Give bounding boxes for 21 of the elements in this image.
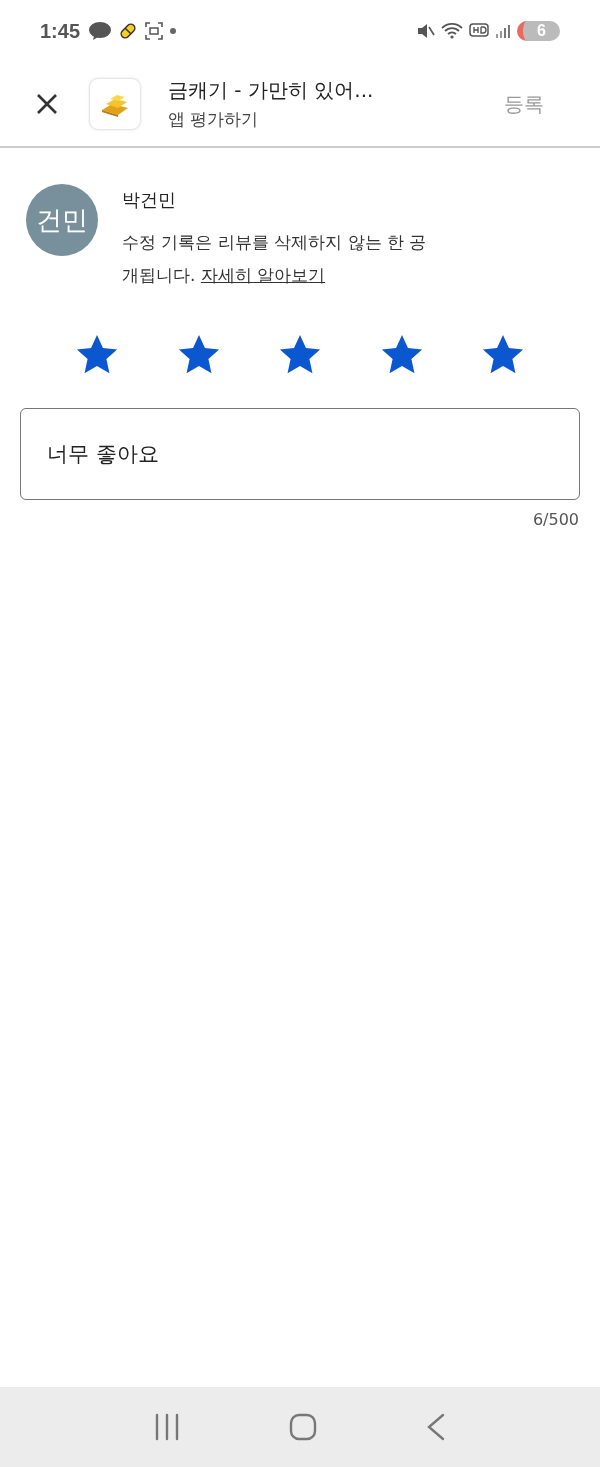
dot-icon bbox=[170, 28, 177, 34]
hd-icon bbox=[469, 23, 490, 39]
chat-bubble-icon bbox=[88, 21, 113, 41]
home-icon[interactable] bbox=[289, 1413, 317, 1441]
battery-indicator: 6 bbox=[517, 21, 560, 41]
signal-icon bbox=[495, 23, 512, 39]
status-time: 1:45 bbox=[40, 19, 81, 43]
page-subtitle: 앱 평가하기 bbox=[168, 108, 260, 131]
recent-apps-icon[interactable] bbox=[154, 1413, 181, 1441]
mute-icon bbox=[417, 22, 436, 40]
review-field[interactable]: 너무 좋아요 bbox=[20, 408, 580, 500]
close-icon[interactable] bbox=[36, 93, 58, 115]
screenshot-icon bbox=[144, 21, 165, 41]
user-avatar: 건민 bbox=[26, 184, 98, 256]
wifi-icon bbox=[441, 22, 464, 40]
back-icon[interactable] bbox=[425, 1413, 446, 1441]
privacy-notice: 수정 기록은 리뷰를 삭제하지 않는 한 공개됩니다. 자세히 알아보기 bbox=[122, 231, 428, 287]
app-title: 금캐기 - 가만히 있어... bbox=[168, 77, 375, 104]
user-name: 박건민 bbox=[122, 188, 177, 212]
learn-more-link[interactable]: 자세히 알아보기 bbox=[200, 265, 326, 285]
character-counter: 6/500 bbox=[532, 510, 579, 529]
